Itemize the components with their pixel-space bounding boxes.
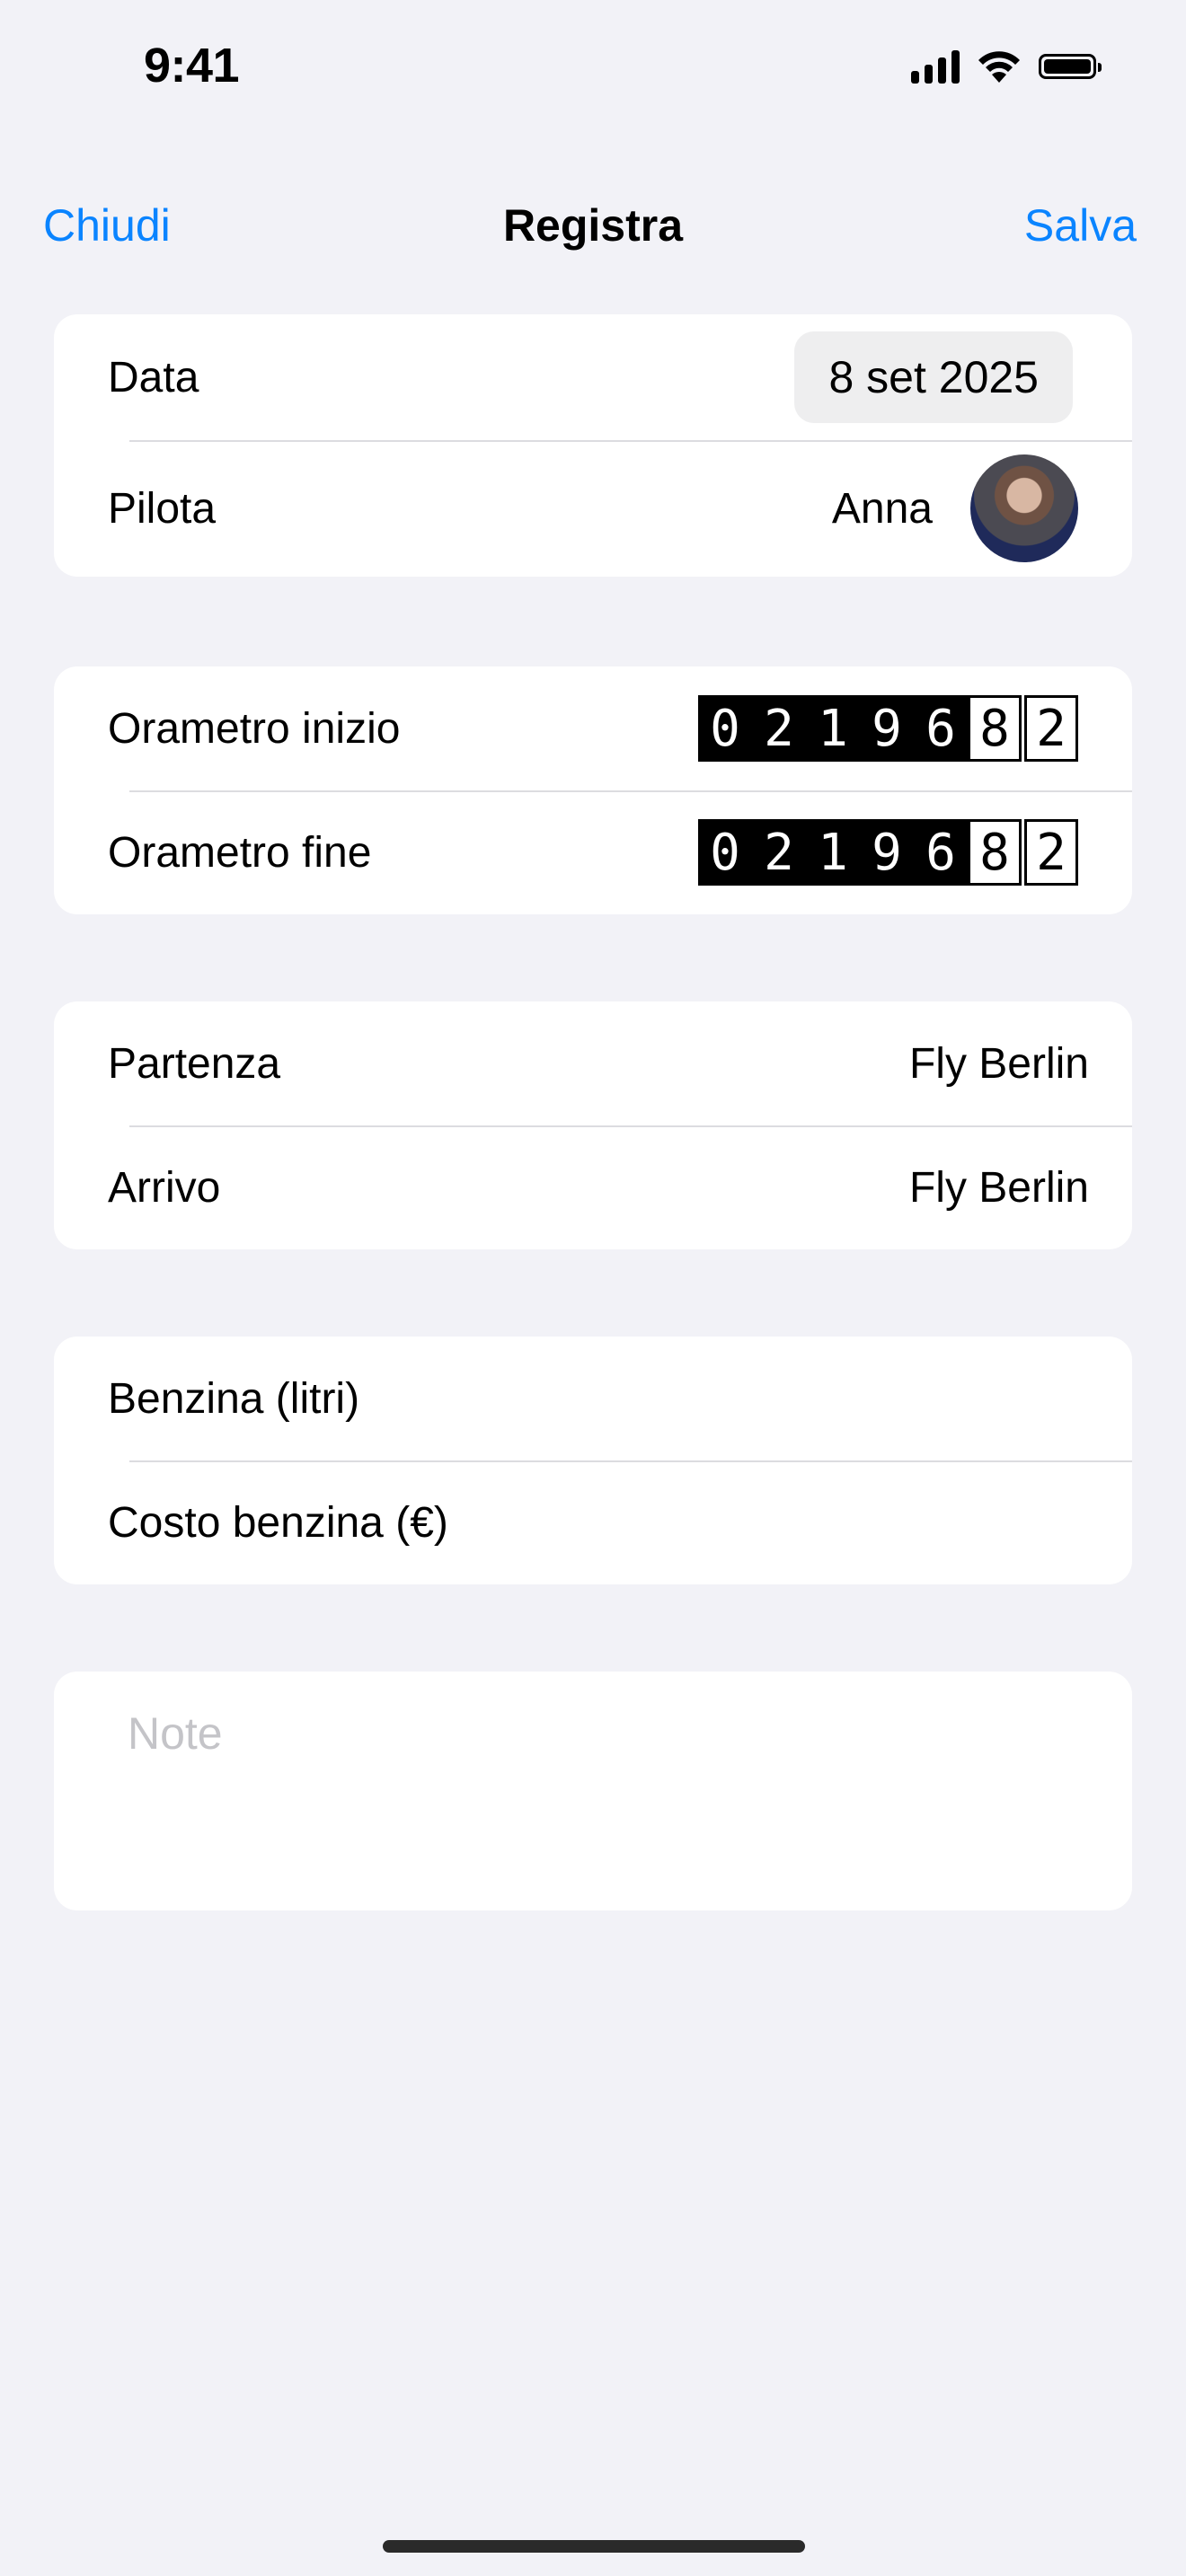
date-row: Data 8 set 2025	[54, 314, 1132, 440]
departure-value: Fly Berlin	[908, 1039, 1089, 1088]
save-button[interactable]: Salva	[1024, 199, 1137, 251]
hourmeter-end-input[interactable]: 0 2 1 9 6 8 2	[698, 819, 1078, 886]
hourmeter-start-label: Orametro inizio	[108, 704, 401, 753]
arrival-row[interactable]: Arrivo Fly Berlin	[54, 1125, 1132, 1249]
fuel-label: Benzina (litri)	[108, 1374, 360, 1423]
screen: 9:41 Chiudi Registra Salva Data 8 set 20…	[0, 0, 1186, 2576]
hourmeter-digit: 2	[752, 695, 806, 762]
pilot-row[interactable]: Pilota Anna	[54, 440, 1132, 577]
cellular-signal-icon	[911, 49, 960, 84]
date-pilot-card: Data 8 set 2025 Pilota Anna	[54, 314, 1132, 577]
route-card: Partenza Fly Berlin Arrivo Fly Berlin	[54, 1001, 1132, 1249]
hourmeter-card: Orametro inizio 0 2 1 9 6 8 2 Orametro f…	[54, 666, 1132, 914]
notes-field[interactable]: Note	[54, 1672, 1132, 1910]
status-icons	[911, 49, 1102, 84]
status-time: 9:41	[144, 39, 240, 93]
hourmeter-decimal-digit: 8	[968, 695, 1022, 762]
hourmeter-digit: 1	[806, 819, 860, 886]
notes-placeholder: Note	[128, 1708, 223, 1759]
hourmeter-decimal-digit: 2	[1024, 695, 1078, 762]
navigation-bar: Chiudi Registra Salva	[0, 189, 1186, 260]
hourmeter-decimal-digit: 2	[1024, 819, 1078, 886]
hourmeter-end-label: Orametro fine	[108, 828, 372, 877]
hourmeter-digit: 0	[698, 819, 752, 886]
hourmeter-digit: 6	[914, 695, 968, 762]
fuel-row[interactable]: Benzina (litri)	[54, 1337, 1132, 1460]
hourmeter-decimal-digit: 8	[968, 819, 1022, 886]
departure-label: Partenza	[108, 1039, 281, 1088]
hourmeter-digit: 0	[698, 695, 752, 762]
pilot-avatar	[970, 454, 1078, 562]
hourmeter-digit: 9	[860, 695, 914, 762]
hourmeter-digit: 6	[914, 819, 968, 886]
home-indicator[interactable]	[383, 2540, 805, 2553]
arrival-value: Fly Berlin	[908, 1163, 1089, 1212]
fuel-card: Benzina (litri) Costo benzina (€)	[54, 1337, 1132, 1584]
hourmeter-end-row: Orametro fine 0 2 1 9 6 8 2	[54, 790, 1132, 914]
fuel-cost-label: Costo benzina (€)	[108, 1498, 448, 1547]
hourmeter-start-input[interactable]: 0 2 1 9 6 8 2	[698, 695, 1078, 762]
date-picker-button[interactable]: 8 set 2025	[794, 331, 1073, 423]
date-value: 8 set 2025	[828, 352, 1039, 402]
wifi-icon	[978, 51, 1020, 83]
pilot-label: Pilota	[108, 484, 217, 533]
hourmeter-digit: 2	[752, 819, 806, 886]
fuel-cost-row[interactable]: Costo benzina (€)	[54, 1460, 1132, 1584]
battery-icon	[1039, 54, 1102, 79]
hourmeter-start-row: Orametro inizio 0 2 1 9 6 8 2	[54, 666, 1132, 790]
date-label: Data	[108, 353, 199, 401]
hourmeter-digit: 9	[860, 819, 914, 886]
arrival-label: Arrivo	[108, 1163, 221, 1212]
departure-row[interactable]: Partenza Fly Berlin	[54, 1001, 1132, 1125]
pilot-name: Anna	[831, 484, 933, 533]
hourmeter-digit: 1	[806, 695, 860, 762]
page-title: Registra	[502, 200, 684, 251]
